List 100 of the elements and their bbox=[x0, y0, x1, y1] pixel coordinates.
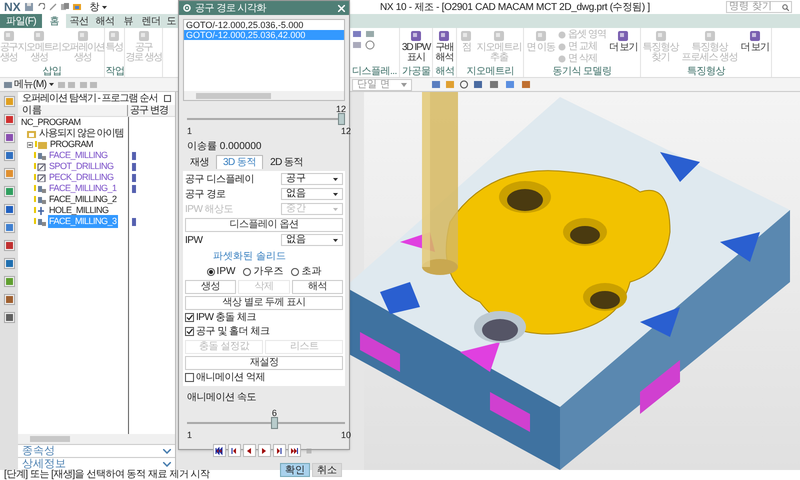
ribbon-button[interactable]: 더 보기 bbox=[608, 29, 638, 53]
slider-min-label: 1 bbox=[187, 428, 192, 442]
section-header[interactable]: 종속성 bbox=[18, 444, 175, 457]
column-header[interactable]: 이름 bbox=[18, 105, 128, 116]
ribbon-tab[interactable]: 홈 bbox=[42, 14, 66, 28]
list-item[interactable]: GOTO/-12.000,25.036,-5.000 bbox=[184, 20, 344, 30]
step-back-icon bbox=[229, 446, 239, 456]
maximize-icon[interactable] bbox=[164, 95, 171, 102]
button[interactable]: 해석 bbox=[292, 280, 343, 294]
group-label: 해석 bbox=[435, 66, 454, 77]
app-logo: NX bbox=[4, 1, 21, 13]
ribbon-tab[interactable]: 렌더 bbox=[138, 14, 164, 28]
field-label: 애니메이션 속도 bbox=[186, 390, 257, 404]
resource-tab-icon[interactable] bbox=[4, 168, 14, 179]
fast-forward-button[interactable] bbox=[288, 444, 300, 457]
ribbon-tab[interactable]: 해석 bbox=[92, 14, 118, 28]
operation-icon bbox=[34, 162, 46, 170]
checkbox[interactable] bbox=[185, 327, 194, 336]
operation-icon bbox=[34, 174, 46, 182]
slider-thumb[interactable] bbox=[338, 113, 345, 125]
rewind-button[interactable] bbox=[212, 444, 226, 457]
resource-tab-icon[interactable] bbox=[4, 312, 14, 323]
step-back-button[interactable] bbox=[228, 444, 240, 457]
button[interactable]: 생성 bbox=[185, 280, 236, 294]
resource-tab-icon[interactable] bbox=[4, 258, 14, 269]
button[interactable]: 취소 bbox=[312, 463, 342, 477]
tree-item[interactable]: FACE_MILLING_2 bbox=[48, 192, 118, 206]
tab[interactable]: 2D 동적 bbox=[263, 154, 310, 168]
tab[interactable]: 재생 bbox=[183, 154, 216, 168]
tree-item[interactable]: FACE_MILLING bbox=[48, 148, 109, 162]
horizontal-scrollbar[interactable] bbox=[184, 91, 344, 100]
resource-tab-icon[interactable] bbox=[4, 132, 14, 143]
close-icon[interactable] bbox=[338, 4, 345, 12]
radio-button[interactable] bbox=[291, 268, 300, 276]
group-label: 디스플레... bbox=[352, 66, 397, 77]
tab[interactable]: 3D 동적 bbox=[216, 154, 264, 168]
copy-icon[interactable] bbox=[60, 3, 69, 11]
slider-thumb[interactable] bbox=[270, 416, 278, 428]
caret-icon bbox=[102, 6, 107, 8]
slider-track[interactable] bbox=[187, 113, 345, 125]
search-icon[interactable] bbox=[782, 4, 789, 10]
ribbon-tab[interactable]: 파일(F) bbox=[0, 14, 42, 28]
horizontal-scrollbar[interactable] bbox=[18, 434, 175, 444]
settings-icon[interactable] bbox=[183, 4, 191, 12]
caret-icon bbox=[333, 208, 338, 210]
button[interactable]: 색상 별로 두께 표시 bbox=[185, 296, 343, 310]
ribbon-tab[interactable]: 뷰 bbox=[118, 14, 138, 28]
tree-item[interactable]: SPOT_DRILLING bbox=[48, 160, 115, 174]
dropdown[interactable]: 없음 bbox=[281, 234, 343, 246]
field-label: 공구 디스플레이 bbox=[185, 172, 255, 186]
ribbon-button[interactable]: 더 보기 bbox=[740, 29, 770, 53]
tree-item[interactable]: FACE_MILLING_1 bbox=[48, 182, 118, 196]
slider-track[interactable] bbox=[187, 416, 345, 428]
checkbox-label: IPW 충돌 체크 bbox=[196, 311, 256, 325]
section-heading: 파셋화된 솔리드 bbox=[212, 250, 287, 264]
resource-tab-icon[interactable] bbox=[4, 114, 14, 125]
operation-icon bbox=[34, 206, 46, 214]
stop-icon bbox=[304, 446, 314, 456]
button[interactable]: 재설정 bbox=[185, 356, 343, 370]
dropdown[interactable]: 없음 bbox=[281, 188, 343, 200]
ribbon-button[interactable]: 3D IPW 표시 bbox=[402, 29, 430, 63]
dropdown[interactable]: 공구 bbox=[281, 173, 343, 185]
radio-button[interactable] bbox=[206, 268, 215, 276]
menu-button[interactable]: 메뉴(M) bbox=[0, 77, 58, 92]
column-header[interactable]: 공구 변경 bbox=[128, 105, 175, 116]
resource-tab-icon[interactable] bbox=[4, 186, 14, 197]
resource-tab-icon[interactable] bbox=[4, 150, 14, 161]
operation-icon bbox=[34, 218, 46, 226]
ribbon-tab[interactable]: 도 bbox=[164, 14, 178, 28]
slider-value: 6 bbox=[272, 406, 277, 420]
ribbon-button[interactable]: 구배 해석 bbox=[435, 29, 454, 63]
field-label: IPW 해상도 bbox=[185, 202, 234, 216]
collapse-icon[interactable] bbox=[27, 142, 33, 148]
resource-tab-icon[interactable] bbox=[4, 294, 14, 305]
button[interactable]: 확인 bbox=[280, 463, 310, 477]
play-button[interactable] bbox=[258, 444, 270, 457]
step-forward-button[interactable] bbox=[272, 444, 286, 457]
slider-value: 12 bbox=[336, 103, 346, 116]
cut-icon[interactable] bbox=[48, 3, 57, 11]
resource-tab-icon[interactable] bbox=[4, 222, 14, 233]
window-icon[interactable] bbox=[72, 3, 82, 11]
button[interactable]: 디스플레이 옵션 bbox=[185, 218, 343, 232]
checkbox-label: 애니메이션 억제 bbox=[196, 371, 265, 385]
tree-item[interactable]: PECK_DRILLING bbox=[48, 170, 115, 184]
resource-tab-icon[interactable] bbox=[4, 240, 14, 251]
rewind-icon bbox=[214, 446, 224, 456]
group-label: 삽입 bbox=[42, 66, 63, 77]
tree-item[interactable]: HOLE_MILLING bbox=[48, 204, 110, 218]
window-menu[interactable]: 창 bbox=[90, 0, 107, 14]
reverse-button[interactable] bbox=[242, 444, 256, 457]
window-title: NX 10 - 제조 - [O2901 CAD MACAM MCT 2D_dwg.prt (수정됨) ] bbox=[380, 0, 651, 14]
resource-tab-icon[interactable] bbox=[4, 276, 14, 287]
checkbox[interactable] bbox=[185, 313, 194, 322]
radio-button[interactable] bbox=[243, 268, 252, 276]
resource-tab-icon[interactable] bbox=[4, 204, 14, 215]
ribbon-tab[interactable]: 곡선 bbox=[66, 14, 92, 28]
caret-icon bbox=[48, 83, 54, 86]
undo-icon[interactable] bbox=[36, 3, 45, 11]
checkbox[interactable] bbox=[185, 373, 194, 382]
save-icon[interactable] bbox=[24, 3, 33, 11]
